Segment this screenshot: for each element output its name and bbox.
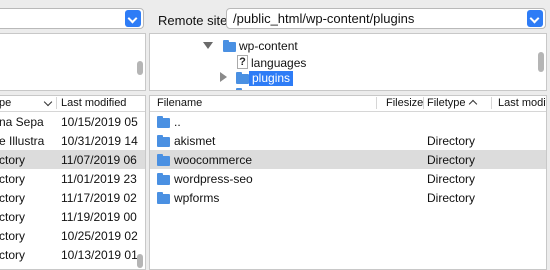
table-row[interactable]: ctory 11/17/2019 02 [0, 188, 145, 207]
sort-up-icon[interactable] [468, 99, 478, 109]
column-divider[interactable] [56, 97, 57, 109]
folder-icon [236, 72, 249, 84]
local-row-modified: 11/17/2019 02 [61, 191, 137, 205]
remote-site-path[interactable]: /public_html/wp-content/plugins [233, 11, 414, 26]
remote-row-name: .. [174, 115, 181, 129]
table-row[interactable]: na Sepa 10/15/2019 05 [0, 112, 145, 131]
question-icon: ? [237, 55, 248, 69]
remote-row-name: wpforms [174, 191, 220, 205]
chevron-down-icon[interactable] [125, 10, 141, 27]
local-row-name: ctory [0, 191, 26, 205]
sort-down-icon[interactable] [43, 97, 53, 107]
table-row[interactable]: wpforms Directory [150, 188, 546, 207]
table-row[interactable]: ctory 11/19/2019 00 [0, 207, 145, 226]
local-row-name: ctory [0, 210, 26, 224]
table-row[interactable]: ctory 10/13/2019 01 [0, 245, 145, 264]
column-divider[interactable] [491, 97, 492, 109]
table-row[interactable]: wordpress-seo Directory [150, 169, 546, 188]
local-file-list: pe Last modified na Sepa 10/15/2019 05 e I… [0, 95, 146, 270]
remote-row-name: woocommerce [174, 153, 253, 167]
local-row-name: na Sepa [0, 115, 44, 129]
local-tree-pane [0, 33, 146, 91]
remote-col-modified[interactable]: Last modified [498, 97, 546, 109]
local-list-header: pe Last modified [0, 96, 145, 112]
local-row-name: e Illustra [0, 134, 45, 148]
folder-icon [157, 173, 170, 185]
local-col-type[interactable]: pe [0, 97, 11, 109]
folder-icon [157, 154, 170, 166]
remote-row-type: Directory [427, 134, 476, 148]
folder-icon [157, 135, 170, 147]
folder-icon [236, 88, 242, 90]
local-row-modified: 11/01/2019 23 [61, 172, 137, 186]
local-tree-scrollbar[interactable] [137, 61, 143, 75]
local-row-modified: 10/25/2019 02 [61, 229, 138, 243]
table-row[interactable]: ctory 11/07/2019 06 [0, 150, 145, 169]
table-row[interactable]: woocommerce Directory [150, 150, 546, 169]
remote-site-select[interactable]: /public_html/wp-content/plugins [226, 8, 546, 29]
local-row-modified: 10/15/2019 05 [61, 115, 138, 129]
tree-item-wp-content[interactable]: wp-content [239, 39, 298, 53]
folder-icon [223, 40, 236, 52]
local-site-select[interactable] [0, 8, 144, 29]
local-row-name: ctory [0, 229, 26, 243]
column-divider[interactable] [376, 97, 377, 109]
local-row-modified: 11/19/2019 00 [61, 210, 137, 224]
folder-icon [157, 116, 170, 128]
collapse-arrow-icon[interactable] [220, 72, 227, 82]
remote-tree-scrollbar[interactable] [538, 52, 544, 72]
remote-col-filetype[interactable]: Filetype [427, 97, 466, 109]
remote-row-type: Directory [427, 153, 476, 167]
local-row-name: ctory [0, 172, 26, 186]
remote-list-header: Filename Filesize Filetype Last modified [150, 96, 546, 112]
remote-tree-pane: wp-content ? languages plugins [149, 33, 547, 91]
remote-col-filename[interactable]: Filename [157, 97, 202, 109]
expand-arrow-icon[interactable] [203, 42, 213, 49]
folder-icon [157, 192, 170, 204]
table-row[interactable]: .. [150, 112, 546, 131]
table-row[interactable]: e Illustra 10/31/2019 14 [0, 131, 145, 150]
remote-site-label: Remote site: [158, 13, 231, 28]
chevron-down-icon[interactable] [527, 10, 543, 27]
table-row[interactable]: ctory 10/25/2019 02 [0, 226, 145, 245]
local-row-name: ctory [0, 153, 26, 167]
local-row-modified: 11/07/2019 06 [61, 153, 137, 167]
remote-col-filesize[interactable]: Filesize [386, 97, 423, 109]
table-row[interactable]: ctory10/24/2019 05 [0, 264, 145, 269]
tree-item-languages[interactable]: languages [251, 56, 306, 70]
remote-file-list: Filename Filesize Filetype Last modified… [149, 95, 547, 270]
remote-row-type: Directory [427, 172, 476, 186]
local-row-modified: 10/13/2019 01 [61, 248, 138, 262]
remote-row-name: wordpress-seo [174, 172, 253, 186]
column-divider[interactable] [423, 97, 424, 109]
table-row[interactable]: akismet Directory [150, 131, 546, 150]
local-row-modified: 10/31/2019 14 [61, 134, 138, 148]
local-col-modified[interactable]: Last modified [61, 97, 126, 109]
tree-item-plugins[interactable]: plugins [249, 71, 294, 86]
remote-row-name: akismet [174, 134, 216, 148]
local-row-name: ctory [0, 248, 26, 262]
table-row[interactable]: ctory 11/01/2019 23 [0, 169, 145, 188]
remote-row-type: Directory [427, 191, 476, 205]
